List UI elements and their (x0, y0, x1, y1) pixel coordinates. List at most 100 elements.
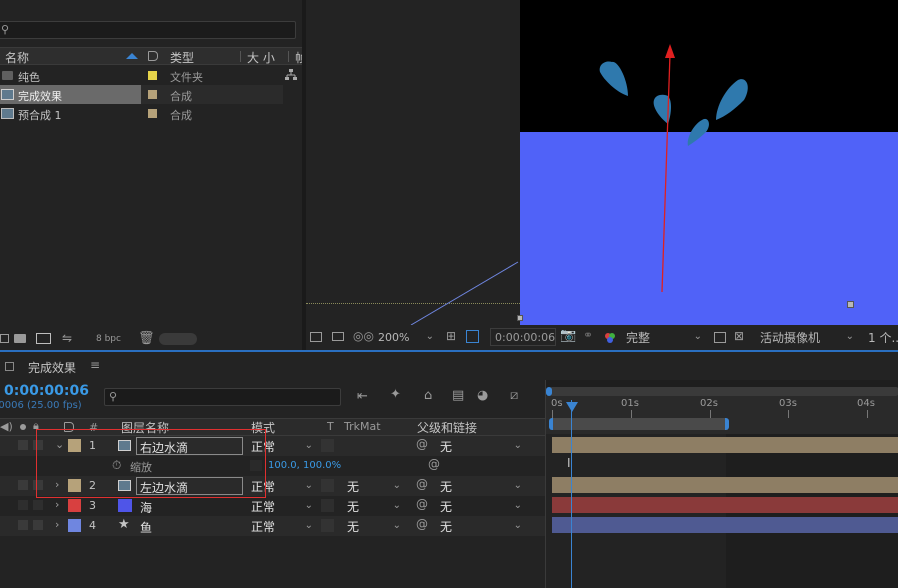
project-item-row-selected[interactable]: 完成效果 合成 (0, 85, 283, 104)
panel-menu-icon[interactable]: ≡ (90, 358, 100, 372)
anchor-handle[interactable] (517, 315, 523, 321)
timeline-search-input[interactable]: ⚲ (104, 388, 341, 406)
label-color-swatch[interactable] (68, 519, 81, 532)
annotation-highlight-box (36, 429, 266, 498)
mode-dropdown[interactable]: 正常 ⌄ (251, 517, 317, 535)
timeline-graph[interactable]: 0s 01s 02s 03s 04s I (545, 380, 898, 588)
chevron-down-icon: ⌄ (513, 520, 522, 531)
mode-dropdown[interactable]: 正常 ⌄ (251, 497, 317, 515)
time-ruler[interactable]: 0s 01s 02s 03s 04s (546, 396, 898, 434)
project-search-input[interactable]: ⚲ (0, 21, 296, 39)
new-folder-icon[interactable] (14, 334, 26, 343)
preserve-transparency-checkbox[interactable] (321, 479, 334, 492)
pickwhip-icon[interactable]: @ (416, 517, 428, 531)
trkmat-dropdown[interactable]: 无 ⌄ (343, 497, 405, 515)
flowchart-icon[interactable] (285, 69, 297, 81)
label-color-swatch[interactable] (148, 71, 157, 80)
motion-blur-icon[interactable]: ◕ (477, 388, 488, 403)
pickwhip-icon[interactable]: @ (428, 457, 440, 471)
channel-rgb-icon[interactable] (604, 332, 616, 344)
parent-dropdown[interactable]: 无 ⌄ (436, 477, 526, 495)
snapshot-icon[interactable]: 📷 (560, 328, 576, 343)
close-icon[interactable] (5, 362, 14, 371)
flow-icon[interactable]: ⇋ (62, 331, 72, 345)
trkmat-dropdown[interactable]: 无 ⌄ (343, 517, 405, 535)
new-composition-icon[interactable] (36, 333, 51, 344)
trash-icon[interactable]: 🗑 (138, 331, 155, 346)
layer-name[interactable]: 海 (140, 499, 152, 516)
resolution-dropdown[interactable]: 完整 ⌄ (622, 328, 706, 346)
label-color-swatch[interactable] (148, 90, 157, 99)
playhead-handle[interactable] (566, 402, 578, 412)
mask-icon[interactable]: ◎◎ (353, 329, 374, 343)
property-value[interactable]: 100.0, 100.0% (268, 460, 341, 471)
work-area-start-handle[interactable] (546, 387, 552, 396)
trkmat-dropdown[interactable]: 无 ⌄ (343, 477, 405, 495)
project-item-row[interactable]: 纯色 文件夹 (0, 66, 297, 85)
shy-layers-icon[interactable]: ⌂ (424, 388, 432, 403)
layer-row[interactable]: › 3 海 正常 ⌄ 无 ⌄ @ 无 ⌄ (0, 496, 545, 516)
audio-icon[interactable]: ◀) (0, 420, 13, 433)
column-parent[interactable]: 父级和链接 (417, 419, 477, 436)
layer-row[interactable]: › 4 ★ 鱼 正常 ⌄ 无 ⌄ @ 无 ⌄ (0, 516, 545, 536)
parent-dropdown[interactable]: 无 ⌄ (436, 437, 526, 455)
layer-bar-1[interactable] (552, 437, 898, 453)
frame-blending-icon[interactable]: ▤ (452, 388, 464, 403)
monitor-icon[interactable] (332, 332, 344, 341)
column-extra[interactable]: 帧 (295, 49, 302, 66)
region-of-interest-icon[interactable] (466, 330, 479, 343)
chevron-right-icon[interactable]: › (55, 518, 59, 531)
column-type[interactable]: 类型 (170, 49, 194, 66)
comp-canvas[interactable] (520, 0, 898, 325)
timeline-tab-title[interactable]: 完成效果 (28, 359, 76, 376)
preserve-transparency-checkbox[interactable] (321, 439, 334, 452)
composition-viewer[interactable] (306, 0, 898, 325)
parent-dropdown[interactable]: 无 ⌄ (436, 497, 526, 515)
draft-3d-icon[interactable]: ✦ (390, 387, 401, 402)
label-color-swatch[interactable] (148, 109, 157, 118)
scroll-thumb[interactable] (159, 333, 197, 345)
current-time-indicator[interactable] (571, 400, 572, 588)
label-color-swatch[interactable] (68, 499, 81, 512)
camera-dropdown[interactable]: 活动摄像机 ⌄ (756, 328, 858, 346)
sort-asc-icon[interactable] (126, 53, 138, 59)
graph-editor-icon[interactable]: ⧄ (510, 388, 518, 403)
fast-preview-icon[interactable] (714, 332, 726, 343)
pickwhip-icon[interactable]: @ (416, 497, 428, 511)
solo-icon[interactable] (20, 424, 26, 430)
drop-shape-1 (599, 61, 628, 96)
column-name[interactable]: 名称 (5, 49, 29, 66)
drop-shape-3 (716, 79, 748, 120)
layer-bar-4[interactable] (552, 517, 898, 533)
always-preview-icon[interactable] (310, 332, 322, 342)
timeline-controls: 0:00:00:06 00006 (25.00 fps) ⚲ ⇤ ✦ ⌂ ▤ ◕… (0, 380, 545, 418)
layer-bar-2[interactable] (552, 477, 898, 493)
preserve-transparency-checkbox[interactable] (321, 499, 334, 512)
viewer-timecode[interactable]: 0:00:00:06 (490, 328, 556, 346)
anchor-handle[interactable] (847, 301, 854, 308)
chevron-down-icon: ⌄ (304, 520, 313, 531)
column-size[interactable]: 大 小 (247, 49, 275, 66)
pickwhip-icon[interactable]: @ (416, 477, 428, 491)
project-item-row[interactable]: 预合成 1 合成 (0, 104, 283, 123)
parent-dropdown[interactable]: 无 ⌄ (436, 517, 526, 535)
grid-icon[interactable]: ⊞ (446, 329, 456, 343)
layer-bar-3[interactable] (552, 497, 898, 513)
bpc-toggle[interactable]: 8 bpc (96, 334, 121, 344)
work-area-bar[interactable] (546, 387, 898, 396)
chevron-right-icon[interactable]: › (55, 498, 59, 511)
views-dropdown[interactable]: 1 个... (864, 328, 898, 346)
keyframe-marker-icon[interactable]: I (567, 456, 571, 470)
pickwhip-icon[interactable]: @ (416, 437, 428, 451)
show-snapshot-icon[interactable]: ⚭ (583, 328, 593, 342)
column-trkmat[interactable]: TrkMat (344, 420, 381, 433)
work-area-range[interactable] (549, 418, 729, 430)
transparency-grid-icon[interactable]: ⊠ (734, 329, 744, 343)
zoom-dropdown[interactable]: 200% ⌄ (374, 328, 438, 346)
interpret-footage-icon[interactable] (0, 334, 9, 343)
preserve-transparency-checkbox[interactable] (321, 519, 334, 532)
comp-flowchart-icon[interactable]: ⇤ (357, 389, 368, 404)
water-drops[interactable] (520, 0, 898, 325)
current-time-display[interactable]: 0:00:00:06 (4, 383, 89, 399)
layer-name[interactable]: 鱼 (140, 519, 152, 536)
